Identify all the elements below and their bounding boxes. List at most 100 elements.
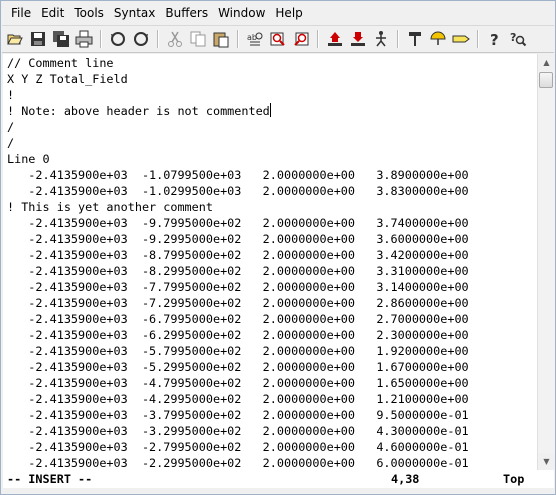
- editor-line[interactable]: -2.4135900e+03 -3.2995000e+02 2.0000000e…: [7, 423, 469, 439]
- menu-help[interactable]: Help: [270, 3, 307, 23]
- toolbar-separator: [397, 30, 399, 48]
- editor-line[interactable]: -2.4135900e+03 -9.7995000e+02 2.0000000e…: [7, 215, 469, 231]
- editor-line[interactable]: // Comment line: [7, 55, 114, 71]
- open-icon[interactable]: [5, 29, 25, 49]
- editor-line[interactable]: X Y Z Total_Field: [7, 71, 128, 87]
- editor-line-text: -2.4135900e+03 -4.7995000e+02 2.0000000e…: [7, 376, 469, 390]
- editor-line[interactable]: -2.4135900e+03 -2.2995000e+02 2.0000000e…: [7, 455, 469, 470]
- print-icon[interactable]: [74, 29, 94, 49]
- editor-line-text: -2.4135900e+03 -9.7995000e+02 2.0000000e…: [7, 216, 469, 230]
- menu-tools[interactable]: Tools: [69, 3, 109, 23]
- find-help-icon[interactable]: ?: [508, 29, 528, 49]
- editor-line[interactable]: ! Note: above header is not commented: [7, 103, 271, 119]
- vim-window: File Edit Tools Syntax Buffers Window He…: [0, 0, 556, 495]
- svg-text:ab: ab: [247, 33, 257, 42]
- editor-line-text: -2.4135900e+03 -2.2995000e+02 2.0000000e…: [7, 456, 469, 470]
- toolbar-separator: [100, 30, 102, 48]
- editor-line[interactable]: -2.4135900e+03 -6.2995000e+02 2.0000000e…: [7, 327, 469, 343]
- editor-line-text: !: [7, 88, 15, 102]
- editor-line[interactable]: -2.4135900e+03 -7.7995000e+02 2.0000000e…: [7, 279, 468, 295]
- editor-line-text: -2.4135900e+03 -3.7995000e+02 2.0000000e…: [7, 408, 469, 422]
- editor-line[interactable]: !: [7, 87, 14, 103]
- toolbar-separator: [237, 30, 239, 48]
- toolbar-separator: [477, 30, 479, 48]
- editor-line[interactable]: /: [7, 119, 14, 135]
- editor-line-text: -2.4135900e+03 -7.2995000e+02 2.0000000e…: [7, 296, 469, 310]
- editor-line-text: // Comment line: [7, 56, 114, 70]
- editor-line-text: X Y Z Total_Field: [7, 72, 128, 86]
- editor-line[interactable]: -2.4135900e+03 -4.2995000e+02 2.0000000e…: [7, 391, 469, 407]
- undo-icon[interactable]: [108, 29, 128, 49]
- text-editor-area[interactable]: // Comment line X Y Z Total_Field! ! Note:…: [3, 54, 537, 470]
- text-cursor: [269, 103, 271, 117]
- editor-line-text: -2.4135900e+03 -1.0799500e+03 2.0000000e…: [7, 168, 469, 182]
- editor-line[interactable]: ! This is yet another comment: [7, 199, 213, 215]
- scroll-up-button[interactable]: ▲: [538, 54, 555, 71]
- status-line: -- INSERT -- 4,38 Top: [3, 470, 554, 488]
- editor-line-text: -2.4135900e+03 -5.7995000e+02 2.0000000e…: [7, 344, 469, 358]
- editor-line[interactable]: -2.4135900e+03 -7.2995000e+02 2.0000000e…: [7, 295, 469, 311]
- editor-line[interactable]: -2.4135900e+03 -8.2995000e+02 2.0000000e…: [7, 263, 469, 279]
- editor-line[interactable]: -2.4135900e+03 -6.7995000e+02 2.0000000e…: [7, 311, 469, 327]
- toolbar-separator: [317, 30, 319, 48]
- editor-line[interactable]: -2.4135900e+03 -1.0299500e+03 2.0000000e…: [7, 183, 469, 199]
- menu-edit[interactable]: Edit: [36, 3, 69, 23]
- editor-line-text: -2.4135900e+03 -5.2995000e+02 2.0000000e…: [7, 360, 469, 374]
- editor-line-text: Line 0: [7, 152, 50, 166]
- editor-line[interactable]: -2.4135900e+03 -2.7995000e+02 2.0000000e…: [7, 439, 469, 455]
- editor-line-text: -2.4135900e+03 -6.2995000e+02 2.0000000e…: [7, 328, 469, 342]
- find-replace-icon[interactable]: ab: [245, 29, 265, 49]
- menu-syntax[interactable]: Syntax: [109, 3, 160, 23]
- editor-line-text: -2.4135900e+03 -9.2995000e+02 2.0000000e…: [7, 232, 469, 246]
- vertical-scrollbar[interactable]: ▲ ▼: [537, 54, 555, 470]
- scroll-position: Top: [503, 472, 525, 486]
- paste-icon[interactable]: [211, 29, 231, 49]
- menu-bar: File Edit Tools Syntax Buffers Window He…: [2, 2, 554, 24]
- find-prev-icon[interactable]: [291, 29, 311, 49]
- editor-line[interactable]: Line 0: [7, 151, 50, 167]
- editor-line[interactable]: -2.4135900e+03 -5.2995000e+02 2.0000000e…: [7, 359, 469, 375]
- menu-file[interactable]: File: [2, 3, 36, 23]
- editor-line[interactable]: -2.4135900e+03 -5.7995000e+02 2.0000000e…: [7, 343, 469, 359]
- editor-line[interactable]: -2.4135900e+03 -3.7995000e+02 2.0000000e…: [7, 407, 469, 423]
- editor-line-text: /: [7, 120, 15, 134]
- editor-line[interactable]: -2.4135900e+03 -1.0799500e+03 2.0000000e…: [7, 167, 469, 183]
- menu-buffers[interactable]: Buffers: [160, 3, 213, 23]
- load-session-icon[interactable]: [325, 29, 345, 49]
- editor-line[interactable]: /: [7, 135, 14, 151]
- make-icon[interactable]: [405, 29, 425, 49]
- redo-icon[interactable]: [131, 29, 151, 49]
- editor-line-text: -2.4135900e+03 -2.7995000e+02 2.0000000e…: [7, 440, 469, 454]
- scrollbar-thumb[interactable]: [539, 72, 553, 88]
- editor-line-text: -2.4135900e+03 -1.0299500e+03 2.0000000e…: [7, 184, 469, 198]
- save-icon[interactable]: [28, 29, 48, 49]
- cursor-position: 4,38: [391, 472, 420, 486]
- save-session-icon[interactable]: [348, 29, 368, 49]
- svg-text:?: ?: [510, 31, 516, 44]
- ctags-icon[interactable]: [451, 29, 471, 49]
- editor-line-text: -2.4135900e+03 -6.7995000e+02 2.0000000e…: [7, 312, 469, 326]
- editor-line-text: -2.4135900e+03 -4.2995000e+02 2.0000000e…: [7, 392, 469, 406]
- menu-window[interactable]: Window: [213, 3, 270, 23]
- svg-text:?: ?: [490, 31, 499, 48]
- copy-icon[interactable]: [188, 29, 208, 49]
- window-bottom-edge: [2, 488, 554, 494]
- editor-line[interactable]: -2.4135900e+03 -9.2995000e+02 2.0000000e…: [7, 231, 469, 247]
- editor-line-text: -2.4135900e+03 -8.7995000e+02 2.0000000e…: [7, 248, 469, 262]
- scroll-down-button[interactable]: ▼: [538, 453, 555, 470]
- toolbar-separator: [157, 30, 159, 48]
- toolbar: ab ? ?: [2, 25, 554, 53]
- editor-line-text: -2.4135900e+03 -3.2995000e+02 2.0000000e…: [7, 424, 469, 438]
- editor-line[interactable]: -2.4135900e+03 -4.7995000e+02 2.0000000e…: [7, 375, 469, 391]
- editor-line-text: ! This is yet another comment: [7, 200, 213, 214]
- editor-line-text: /: [7, 136, 15, 150]
- editor-line[interactable]: -2.4135900e+03 -8.7995000e+02 2.0000000e…: [7, 247, 469, 263]
- save-all-icon[interactable]: [51, 29, 71, 49]
- help-icon[interactable]: ?: [485, 29, 505, 49]
- run-script-icon[interactable]: [371, 29, 391, 49]
- editor-line-text: -2.4135900e+03 -8.2995000e+02 2.0000000e…: [7, 264, 469, 278]
- shell-icon[interactable]: [428, 29, 448, 49]
- editor-line-text: ! Note: above header is not commented: [7, 104, 270, 118]
- cut-icon[interactable]: [165, 29, 185, 49]
- find-next-icon[interactable]: [268, 29, 288, 49]
